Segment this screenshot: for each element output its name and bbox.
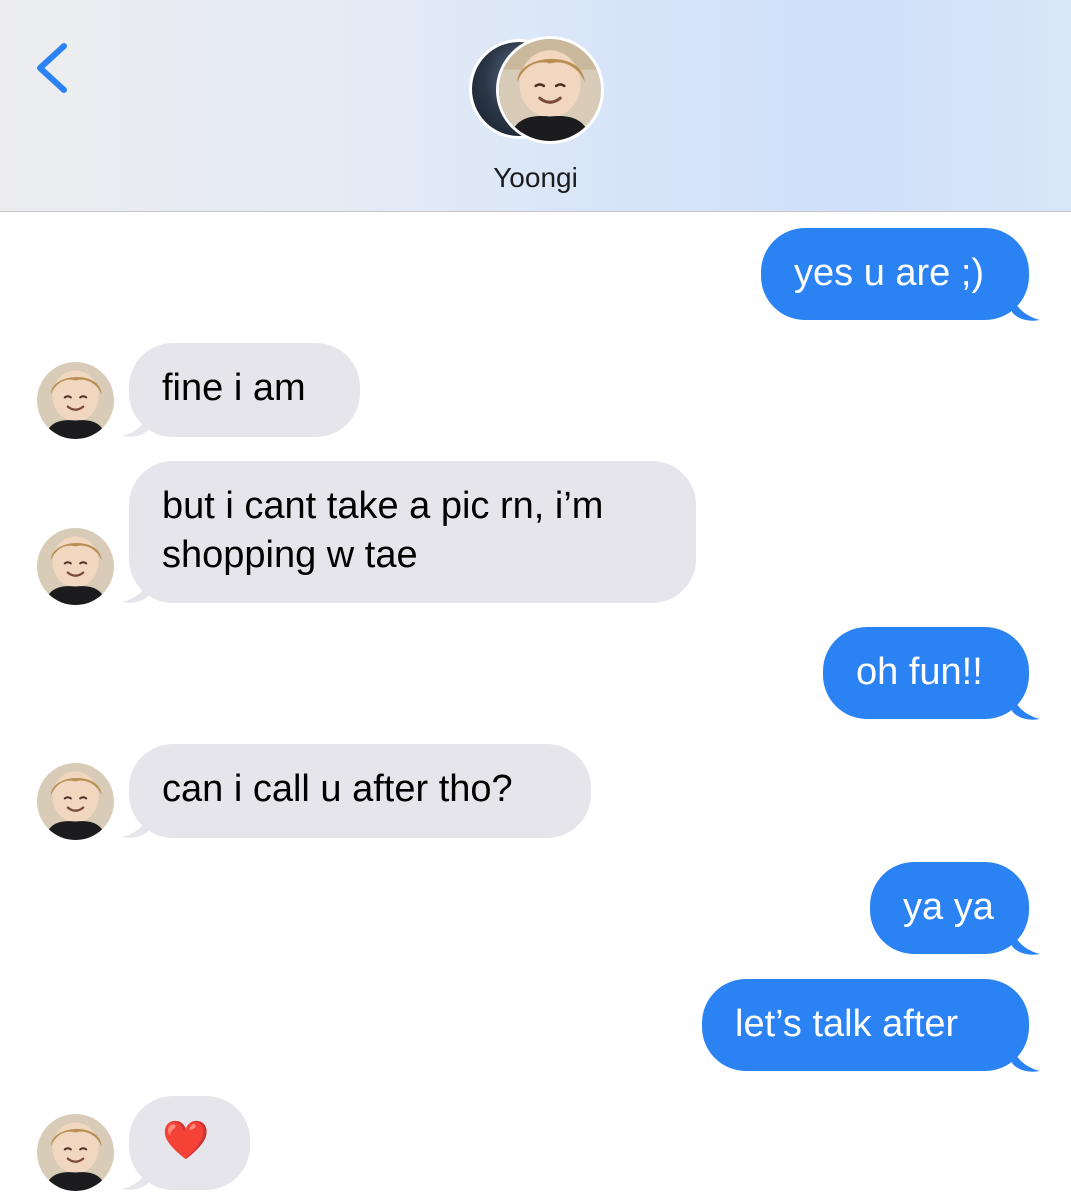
message-bubble-outgoing[interactable]: ya ya	[870, 862, 1029, 954]
contact-avatar-group[interactable]	[469, 36, 605, 146]
contact-name[interactable]: Yoongi	[0, 162, 1071, 194]
conversation-header: Yoongi	[0, 0, 1071, 212]
bubble-tail-outgoing	[1012, 1043, 1042, 1073]
bubble-tail-incoming	[120, 1161, 150, 1191]
message-text: yes u are ;)	[794, 252, 985, 294]
message-bubble-incoming[interactable]: can i call u after tho?	[129, 744, 591, 838]
message-text: fine i am	[162, 367, 306, 409]
message-bubble-incoming[interactable]: but i cant take a pic rn, i’m shopping w…	[129, 461, 696, 603]
message-text: ya ya	[903, 886, 994, 928]
bubble-tail-outgoing	[1012, 292, 1042, 322]
message-text: let’s talk after	[735, 1003, 959, 1045]
message-text-line: shopping w tae	[162, 534, 418, 576]
message-bubble-incoming[interactable]: fine i am	[129, 343, 360, 437]
sender-avatar[interactable]	[37, 1114, 114, 1191]
message-bubble-outgoing[interactable]: yes u are ;)	[761, 228, 1029, 320]
heart-emoji: ❤️	[162, 1120, 210, 1162]
bubble-tail-incoming	[120, 809, 150, 839]
chevron-left-icon	[37, 43, 67, 93]
bubble-tail-outgoing	[1012, 691, 1042, 721]
avatar-primary	[496, 36, 604, 144]
message-bubble-outgoing[interactable]: oh fun!!	[823, 627, 1029, 719]
sender-avatar[interactable]	[37, 528, 114, 605]
bubble-tail-incoming	[120, 408, 150, 438]
message-text: can i call u after tho?	[162, 768, 513, 810]
message-text-line: but i cant take a pic rn, i’m	[162, 485, 604, 527]
message-text: oh fun!!	[856, 651, 983, 693]
message-bubble-outgoing[interactable]: let’s talk after	[702, 979, 1029, 1071]
bubble-tail-incoming	[120, 574, 150, 604]
back-button[interactable]	[28, 36, 76, 100]
sender-avatar[interactable]	[37, 362, 114, 439]
bubble-tail-outgoing	[1012, 926, 1042, 956]
sender-avatar[interactable]	[37, 763, 114, 840]
